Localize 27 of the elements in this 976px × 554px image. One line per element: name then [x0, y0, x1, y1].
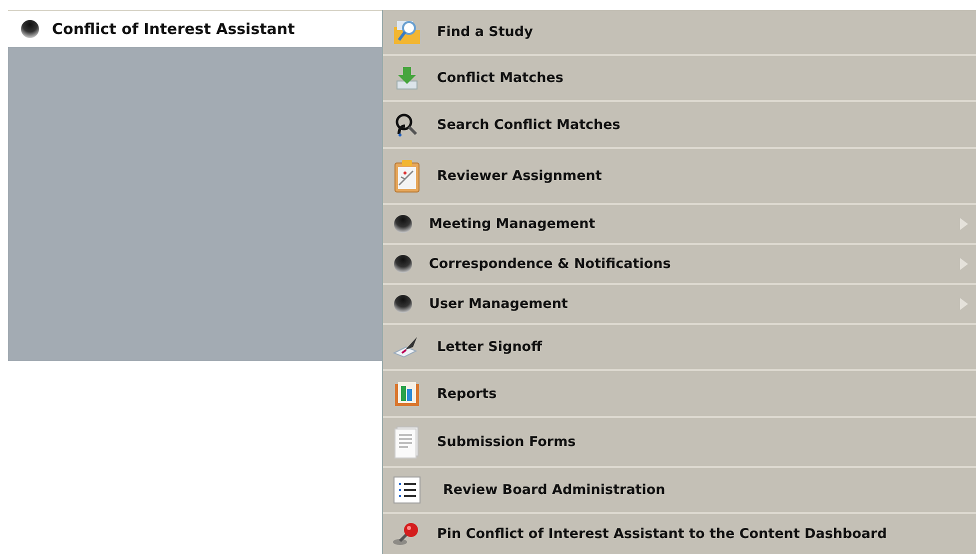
document-stack-icon	[393, 425, 421, 459]
menu-item[interactable]: Search Conflict Matches	[383, 102, 976, 149]
bullet-icon	[393, 294, 413, 314]
book-chart-icon	[393, 380, 421, 408]
numbered-list-icon	[393, 476, 421, 504]
menu-item[interactable]: User Management	[383, 285, 976, 325]
menu-item[interactable]: Correspondence & Notifications	[383, 245, 976, 285]
folder-search-icon	[392, 18, 422, 46]
clipboard-icon	[393, 159, 421, 193]
menu-item[interactable]: Meeting Management	[383, 205, 976, 245]
menu-item[interactable]: Reviewer Assignment	[383, 149, 976, 205]
menu-item[interactable]: Pin Conflict of Interest Assistant to the Content Dashboard	[383, 514, 976, 554]
menu-item[interactable]: Review Board Administration	[383, 468, 976, 514]
magnifier-person-icon	[394, 112, 420, 138]
bullet-icon	[393, 214, 413, 234]
bullet-icon	[20, 19, 40, 39]
menu-item[interactable]: Letter Signoff	[383, 325, 976, 371]
submenu-arrow-icon	[960, 298, 968, 310]
bullet-icon	[393, 254, 413, 274]
submenu-arrow-icon	[960, 258, 968, 270]
menu-item[interactable]: Find a Study	[383, 10, 976, 56]
download-arrow-icon	[394, 65, 420, 91]
menu-header[interactable]: Conflict of Interest Assistant	[52, 20, 295, 38]
menu-item[interactable]: Reports	[383, 371, 976, 418]
menu-item[interactable]: Submission Forms	[383, 418, 976, 468]
submenu-arrow-icon	[960, 218, 968, 230]
menu-item[interactable]: Conflict Matches	[383, 56, 976, 102]
